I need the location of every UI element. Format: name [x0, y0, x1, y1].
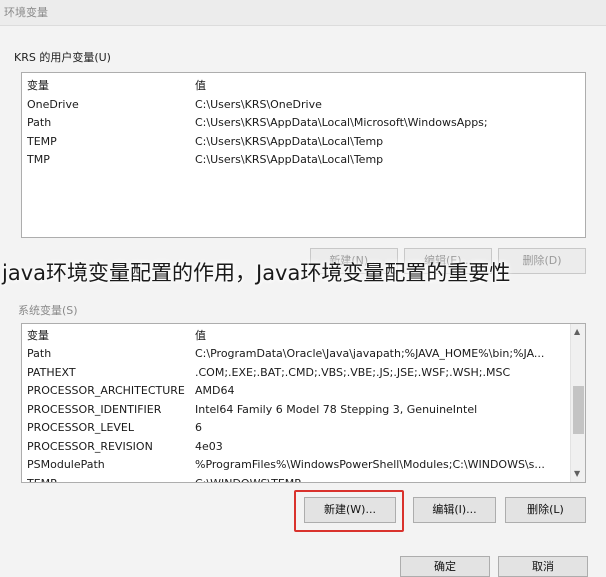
var-name: PROCESSOR_IDENTIFIER — [27, 403, 162, 416]
user-vars-label: KRS 的用户变量(U) — [14, 51, 111, 64]
var-value: AMD64 — [195, 384, 235, 397]
table-row[interactable]: TEMP C:\Users\KRS\AppData\Local\Temp — [22, 133, 582, 151]
table-row[interactable]: PSModulePath %ProgramFiles%\WindowsPower… — [22, 456, 570, 474]
var-value: Intel64 Family 6 Model 78 Stepping 3, Ge… — [195, 403, 478, 416]
var-value: %ProgramFiles%\WindowsPowerShell\Modules… — [195, 458, 545, 471]
table-row[interactable]: PROCESSOR_REVISION 4e03 — [22, 438, 570, 456]
var-value: C:\Users\KRS\AppData\Local\Temp — [195, 153, 384, 166]
ok-button[interactable]: 确定 — [400, 556, 490, 577]
var-value: .COM;.EXE;.BAT;.CMD;.VBS;.VBE;.JS;.JSE;.… — [195, 366, 511, 379]
table-row[interactable]: PROCESSOR_LEVEL 6 — [22, 419, 570, 437]
column-header-value[interactable]: 值 — [195, 77, 575, 95]
var-name: PROCESSOR_LEVEL — [27, 421, 135, 434]
var-name: PATHEXT — [27, 366, 76, 379]
vertical-scrollbar[interactable]: ▲ ▼ — [570, 324, 585, 482]
var-name: TMP — [27, 153, 50, 166]
var-value: C:\ProgramData\Oracle\Java\javapath;%JAV… — [195, 347, 545, 360]
scrollbar-thumb[interactable] — [573, 386, 584, 434]
var-name: TEMP — [27, 135, 57, 148]
table-row[interactable]: Path C:\ProgramData\Oracle\Java\javapath… — [22, 345, 570, 363]
var-name: Path — [27, 347, 52, 360]
table-row[interactable]: PROCESSOR_IDENTIFIER Intel64 Family 6 Mo… — [22, 401, 570, 419]
column-header-value[interactable]: 值 — [195, 327, 565, 345]
var-name: OneDrive — [27, 98, 79, 111]
system-vars-label: 系统变量(S) — [18, 304, 78, 317]
table-row[interactable]: PROCESSOR_ARCHITECTURE AMD64 — [22, 382, 570, 400]
table-row[interactable]: OneDrive C:\Users\KRS\OneDrive — [22, 96, 582, 114]
user-vars-list[interactable]: 变量 值 OneDrive C:\Users\KRS\OneDrive Path… — [21, 72, 586, 238]
user-vars-header: 变量 值 — [22, 77, 582, 95]
var-value: C:\Users\KRS\OneDrive — [195, 98, 322, 111]
var-value: C:\Users\KRS\AppData\Local\Temp — [195, 135, 384, 148]
system-edit-button[interactable]: 编辑(I)... — [413, 497, 496, 523]
var-name: PROCESSOR_ARCHITECTURE — [27, 384, 185, 397]
cancel-button[interactable]: 取消 — [498, 556, 588, 577]
scroll-up-icon[interactable]: ▲ — [574, 327, 580, 337]
table-row[interactable]: PATHEXT .COM;.EXE;.BAT;.CMD;.VBS;.VBE;.J… — [22, 364, 570, 382]
table-row[interactable]: TEMP C:\WINDOWS\TEMP — [22, 475, 570, 482]
column-header-name[interactable]: 变量 — [27, 327, 197, 345]
system-vars-list[interactable]: 变量 值 Path C:\ProgramData\Oracle\Java\jav… — [21, 323, 586, 483]
scroll-down-icon[interactable]: ▼ — [574, 469, 580, 479]
column-header-name[interactable]: 变量 — [27, 77, 197, 95]
var-name: PSModulePath — [27, 458, 105, 471]
table-row[interactable]: Path C:\Users\KRS\AppData\Local\Microsof… — [22, 114, 582, 132]
highlight-box — [294, 490, 404, 532]
title-bar: 环境变量 — [0, 0, 606, 26]
var-value: C:\WINDOWS\TEMP — [195, 475, 565, 482]
table-row[interactable]: TMP C:\Users\KRS\AppData\Local\Temp — [22, 151, 582, 169]
var-value: 6 — [195, 421, 202, 434]
var-name: Path — [27, 116, 52, 129]
window-title: 环境变量 — [4, 6, 48, 19]
system-vars-header: 变量 值 — [22, 327, 570, 345]
var-name: TEMP — [27, 475, 197, 482]
overlay-caption: java环境变量配置的作用，Java环境变量配置的重要性 — [2, 261, 511, 285]
var-value: C:\Users\KRS\AppData\Local\Microsoft\Win… — [195, 116, 488, 129]
var-value: 4e03 — [195, 440, 223, 453]
var-name: PROCESSOR_REVISION — [27, 440, 153, 453]
system-delete-button[interactable]: 删除(L) — [505, 497, 586, 523]
